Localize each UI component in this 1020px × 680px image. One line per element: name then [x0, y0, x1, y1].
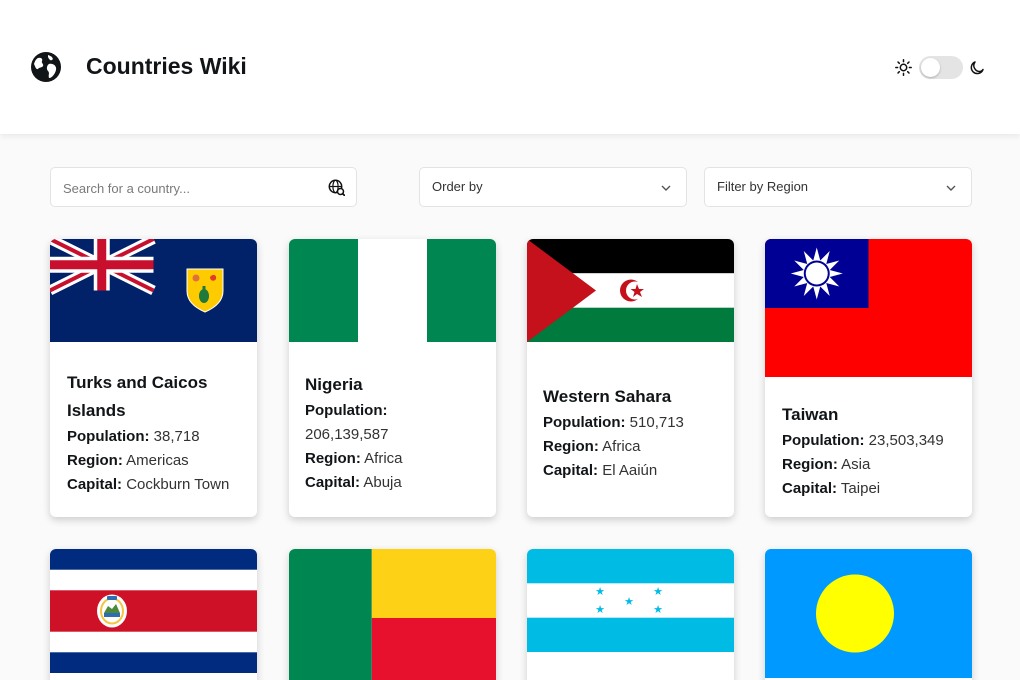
card-details: Turks and Caicos Islands Population: 38,… — [67, 369, 252, 497]
globe-icon[interactable] — [30, 51, 62, 83]
country-name: Taiwan — [782, 405, 839, 424]
search-input[interactable] — [63, 178, 313, 198]
toggle-knob — [921, 58, 940, 77]
population-row: Population: 510,713 — [543, 411, 728, 435]
country-name: Turks and Caicos Islands — [67, 373, 208, 420]
capital-row: Capital: Cockburn Town — [67, 473, 252, 497]
search-box — [50, 167, 357, 207]
population-row: Population: 38,718 — [67, 425, 252, 449]
honduras-flag: ★ ★ ★ ★ ★ — [527, 549, 734, 652]
chevron-down-icon — [661, 185, 671, 191]
order-by-select[interactable]: Order by — [419, 167, 687, 207]
population-row: Population: 206,139,587 — [305, 399, 490, 447]
population-value: 23,503,349 — [868, 432, 944, 449]
costa-rica-flag — [50, 549, 257, 673]
card-details: Taiwan Population: 23,503,349 Region: As… — [782, 401, 967, 501]
order-by-label: Order by — [432, 179, 483, 194]
capital-row: Capital: Taipei — [782, 477, 967, 501]
region-label: Region: — [305, 450, 361, 467]
region-label: Region: — [782, 456, 838, 473]
benin-flag — [289, 549, 496, 680]
capital-value: Abuja — [363, 474, 402, 491]
country-name: Nigeria — [305, 375, 363, 394]
country-card[interactable] — [50, 549, 257, 680]
population-value: 510,713 — [629, 414, 684, 431]
region-row: Region: Africa — [305, 447, 490, 471]
svg-text:★: ★ — [595, 585, 605, 598]
region-label: Region: — [67, 452, 123, 469]
app-title: Countries Wiki — [86, 53, 247, 79]
card-details: Nigeria Population: 206,139,587 Region: A… — [305, 371, 490, 495]
capital-row: Capital: Abuja — [305, 471, 490, 495]
svg-text:★: ★ — [653, 603, 663, 616]
turks-and-caicos-flag — [50, 239, 257, 342]
sun-icon — [895, 59, 912, 76]
capital-label: Capital: — [543, 462, 599, 479]
capital-label: Capital: — [67, 476, 123, 493]
svg-text:★: ★ — [653, 585, 663, 598]
capital-value: Taipei — [840, 480, 881, 497]
region-filter-select[interactable]: Filter by Region — [704, 167, 972, 207]
svg-text:★: ★ — [595, 603, 605, 616]
country-name: Western Sahara — [543, 387, 672, 406]
country-card[interactable] — [289, 549, 496, 680]
app-header: Countries Wiki — [0, 0, 1020, 134]
moon-icon — [970, 61, 984, 75]
region-row: Region: Americas — [67, 449, 252, 473]
nigeria-flag — [289, 239, 496, 342]
region-row: Region: Asia — [782, 453, 967, 477]
capital-row: Capital: El Aaiún — [543, 459, 728, 483]
population-row: Population: 23,503,349 — [782, 429, 967, 453]
taiwan-flag — [765, 239, 972, 377]
capital-value: El Aaiún — [602, 462, 658, 479]
capital-value: Cockburn Town — [126, 476, 230, 493]
country-card[interactable] — [765, 549, 972, 680]
palau-flag — [765, 549, 972, 678]
region-value: Asia — [841, 456, 871, 473]
region-value: Americas — [126, 452, 189, 469]
region-label: Region: — [543, 438, 599, 455]
region-value: Africa — [602, 438, 641, 455]
theme-toggle[interactable] — [919, 56, 963, 79]
population-label: Population: — [543, 414, 626, 431]
svg-text:★: ★ — [624, 595, 634, 608]
population-label: Population: — [67, 428, 150, 445]
region-filter-label: Filter by Region — [717, 179, 809, 194]
capital-label: Capital: — [305, 474, 361, 491]
card-details: Western Sahara Population: 510,713 Regio… — [543, 383, 728, 483]
population-value: 206,139,587 — [305, 426, 389, 443]
region-row: Region: Africa — [543, 435, 728, 459]
theme-toggle-group — [895, 56, 985, 79]
population-label: Population: — [305, 402, 388, 419]
region-value: Africa — [364, 450, 403, 467]
western-sahara-flag — [527, 239, 734, 342]
chevron-down-icon — [946, 185, 956, 191]
population-value: 38,718 — [153, 428, 200, 445]
globe-search-icon[interactable] — [328, 179, 345, 196]
country-card[interactable]: ★ ★ ★ ★ ★ — [527, 549, 734, 680]
population-label: Population: — [782, 432, 865, 449]
capital-label: Capital: — [782, 480, 838, 497]
